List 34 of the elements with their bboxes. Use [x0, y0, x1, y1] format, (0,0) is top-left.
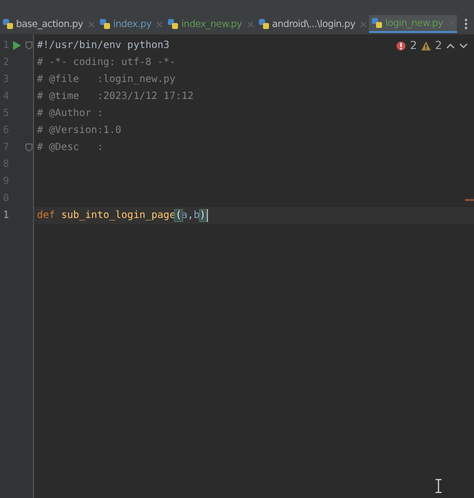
- error-icon[interactable]: [396, 40, 406, 50]
- text-cursor-icon: [435, 479, 442, 493]
- python-file-icon: [167, 18, 180, 30]
- file-tab[interactable]: base_action.py: [0, 15, 98, 33]
- python-file-icon: [99, 18, 112, 30]
- error-count: 2: [410, 39, 417, 52]
- close-icon[interactable]: [246, 20, 254, 28]
- line-number: 1: [3, 210, 10, 221]
- more-menu-icon[interactable]: [464, 18, 468, 30]
- code-line: # @Version:1.0: [37, 125, 122, 136]
- warning-count: 2: [435, 39, 442, 52]
- fold-marker-icon[interactable]: [25, 41, 33, 50]
- code-line: # @Author :: [37, 108, 104, 119]
- code-line: # -*- coding: utf-8 -*-: [37, 57, 176, 68]
- code-line: # @time :2023/1/12 17:12: [37, 91, 194, 102]
- file-tab[interactable]: index_new.py: [165, 15, 256, 33]
- file-tab[interactable]: index.py: [97, 15, 166, 33]
- fold-marker-icon[interactable]: [25, 143, 33, 152]
- file-tab[interactable]: android\...\login.py: [256, 15, 370, 33]
- code-line: # @Desc :: [37, 142, 104, 153]
- code-line: #!/usr/bin/env python3: [37, 40, 170, 51]
- chevron-up-icon[interactable]: [446, 42, 455, 48]
- code-line: # @file :login_new.py: [37, 74, 176, 85]
- warning-icon[interactable]: [421, 40, 431, 50]
- python-file-icon: [258, 18, 270, 30]
- file-tab[interactable]: login_new.py: [369, 15, 458, 33]
- python-file-icon: [371, 17, 384, 29]
- close-icon[interactable]: [360, 20, 368, 28]
- run-icon[interactable]: [13, 41, 21, 50]
- text-caret: [206, 209, 208, 222]
- close-icon[interactable]: [156, 20, 164, 28]
- python-file-icon: [2, 18, 14, 30]
- chevron-down-icon[interactable]: [459, 42, 468, 48]
- close-icon[interactable]: [88, 20, 96, 28]
